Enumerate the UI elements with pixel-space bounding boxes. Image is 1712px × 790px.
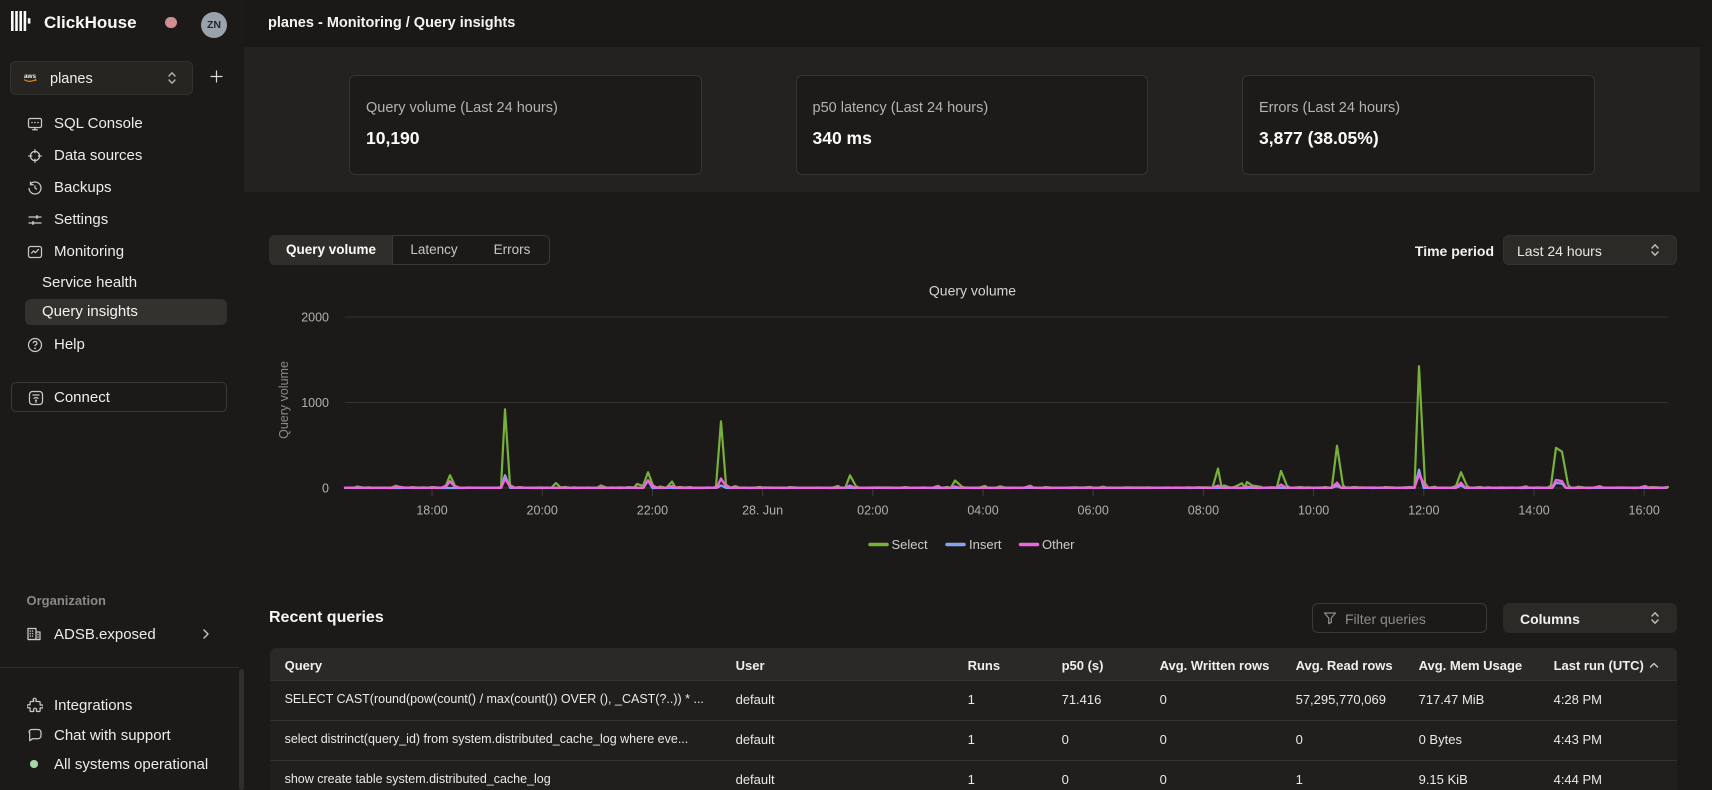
svg-text:20:00: 20:00 [527, 504, 558, 518]
svg-text:22:00: 22:00 [637, 504, 668, 518]
svg-text:2000: 2000 [301, 311, 329, 325]
svg-text:02:00: 02:00 [857, 504, 888, 518]
svg-text:10:00: 10:00 [1298, 504, 1329, 518]
svg-text:Query volume: Query volume [929, 283, 1016, 299]
svg-text:aws: aws [24, 73, 37, 80]
svg-text:Other: Other [1042, 537, 1075, 552]
svg-text:06:00: 06:00 [1078, 504, 1109, 518]
svg-text:Select: Select [892, 537, 929, 552]
svg-text:18:00: 18:00 [416, 504, 447, 518]
svg-text:04:00: 04:00 [967, 504, 998, 518]
svg-text:12:00: 12:00 [1408, 504, 1439, 518]
svg-text:Query volume: Query volume [277, 361, 291, 439]
svg-text:14:00: 14:00 [1518, 504, 1549, 518]
svg-text:16:00: 16:00 [1629, 504, 1660, 518]
svg-text:0: 0 [322, 482, 329, 496]
svg-text:Insert: Insert [969, 537, 1002, 552]
svg-text:28. Jun: 28. Jun [742, 504, 783, 518]
svg-text:1000: 1000 [301, 396, 329, 410]
svg-text:08:00: 08:00 [1188, 504, 1219, 518]
